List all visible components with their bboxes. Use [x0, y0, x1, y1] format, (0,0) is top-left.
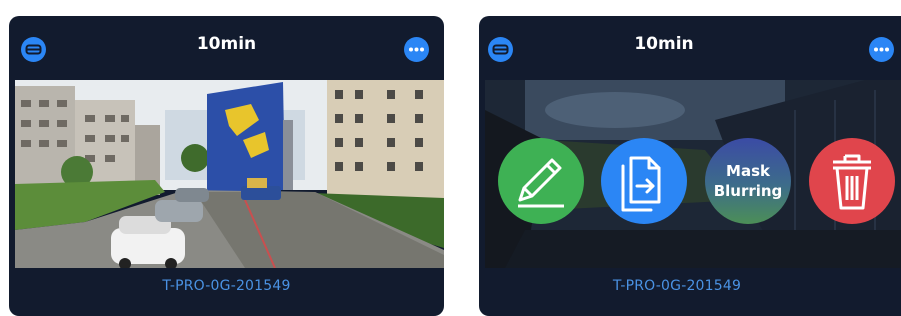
- more-options-icon: [874, 47, 889, 52]
- more-options-button[interactable]: [404, 37, 429, 62]
- mask-blurring-button[interactable]: Mask Blurring: [705, 138, 791, 224]
- device-id-label: T-PRO-0G-201549: [612, 278, 742, 294]
- export-icon: [621, 156, 661, 212]
- street-panorama-image: [15, 80, 444, 268]
- delete-button[interactable]: [809, 138, 895, 224]
- pencil-icon: [518, 158, 564, 208]
- duration-label: 10min: [634, 34, 694, 54]
- media-card-2[interactable]: 10min Mask Blurring T-PRO-0G-201549: [479, 16, 901, 316]
- export-button[interactable]: [601, 138, 687, 224]
- blurring-label: Blurring: [713, 182, 783, 200]
- media-card-1[interactable]: 10min T-PRO-0G-201549: [9, 16, 444, 316]
- more-options-icon: [409, 47, 424, 52]
- duration-label: 10min: [196, 34, 257, 54]
- trash-icon: [833, 154, 871, 210]
- device-id-label: T-PRO-0G-201549: [162, 278, 291, 294]
- edit-button[interactable]: [498, 138, 584, 224]
- more-options-button[interactable]: [869, 37, 894, 62]
- card-header: 10min: [9, 16, 444, 80]
- card-header: 10min: [479, 16, 901, 80]
- panorama-photo[interactable]: [15, 80, 444, 268]
- mask-label: Mask: [726, 162, 770, 180]
